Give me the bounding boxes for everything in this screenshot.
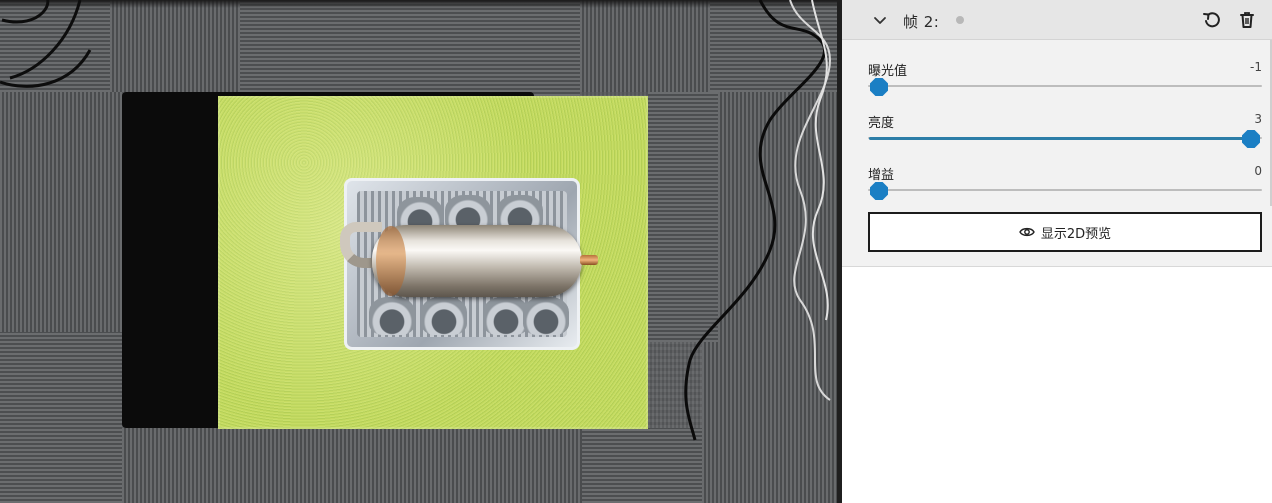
exposure-slider-thumb[interactable] (870, 78, 888, 96)
preview-button-label: 显示2D预览 (1040, 226, 1112, 242)
gain-param: 增益 0 (868, 164, 1262, 204)
frame-header: 帧 2: (842, 0, 1272, 40)
app-root: 帧 2: 曝光值 -1 亮度 3 增益 0 显示2D预览 (0, 0, 1272, 503)
exposure-value: -1 (1250, 60, 1262, 74)
brightness-slider-fill (869, 137, 1251, 140)
chevron-down-icon[interactable] (870, 10, 890, 30)
brightness-slider[interactable] (868, 130, 1262, 148)
exposure-param: 曝光值 -1 (868, 60, 1262, 100)
eye-icon (1019, 227, 1035, 237)
brightness-slider-thumb[interactable] (1242, 130, 1260, 148)
trash-icon[interactable] (1236, 9, 1258, 31)
brightness-param: 亮度 3 (868, 112, 1262, 152)
camera-image-view (0, 0, 837, 503)
show-2d-preview-button[interactable]: 显示2D预览 (868, 212, 1262, 252)
gain-slider-thumb[interactable] (870, 182, 888, 200)
undo-icon[interactable] (1201, 9, 1223, 31)
exposure-label: 曝光值 (868, 64, 908, 79)
brightness-label: 亮度 (868, 116, 895, 131)
exposure-slider[interactable] (868, 78, 1262, 96)
gain-value: 0 (1254, 164, 1262, 178)
frame-title: 帧 2: (903, 13, 940, 31)
gain-slider[interactable] (868, 182, 1262, 200)
frame-settings-panel: 帧 2: 曝光值 -1 亮度 3 增益 0 显示2D预览 (842, 0, 1272, 267)
cables (0, 0, 832, 441)
status-dot (956, 16, 964, 24)
brightness-value: 3 (1254, 112, 1262, 126)
gain-label: 增益 (868, 168, 895, 183)
